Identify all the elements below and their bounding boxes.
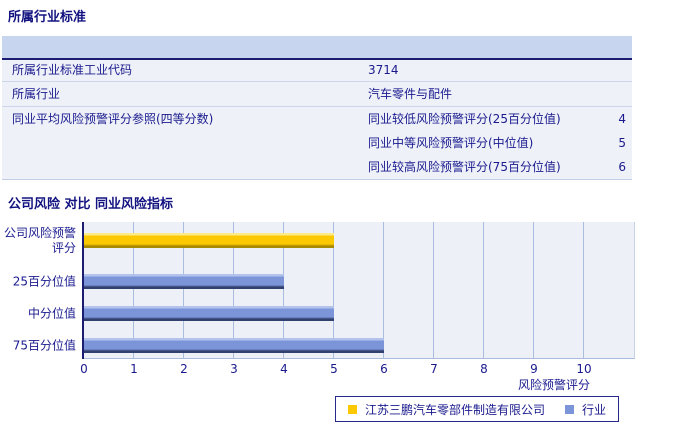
risk-bar-chart: 风险预警评分 0 1 2 3 4 5 6 7 8 9 10 公司风险预警评分 25百分位值中分位值 75百… [0, 222, 674, 392]
chart-legend: 江苏三鹏汽车零部件制造有限公司 行业 [335, 396, 620, 422]
subrow-25th-percentile: 同业较低风险预警评分(25百分位值) 4 [368, 107, 632, 131]
table-row-industry: 所属行业 汽车零件与配件 [2, 81, 632, 106]
gridline [483, 222, 484, 358]
row-label: 所属行业标准工业代码 [12, 63, 133, 77]
subrow-value: 4 [618, 112, 626, 126]
table-row-peer-quartiles: 同业平均风险预警评分参照(四等分数) 同业较低风险预警评分(25百分位值) 4 … [2, 106, 632, 180]
subrow-label: 同业较高风险预警评分(75百分位值) [368, 160, 561, 174]
bar-industry [84, 306, 334, 321]
legend-swatch-industry [565, 404, 575, 414]
gridline [533, 222, 534, 358]
y-category-label: 25百分位值 [12, 274, 76, 288]
row-label: 所属行业 [12, 87, 61, 101]
page: 所属行业标准 所属行业标准工业代码 3714 所属行业 汽车零件与配件 同业平均… [0, 0, 674, 430]
legend-swatch-company [348, 404, 357, 414]
section-title-industry-standard: 所属行业标准 [8, 10, 87, 25]
x-tick-label: 2 [180, 362, 188, 376]
subrow-label: 同业较低风险预警评分(25百分位值) [368, 112, 561, 126]
subrow-75th-percentile: 同业较高风险预警评分(75百分位值) 6 [368, 155, 632, 179]
table-row-industry-code: 所属行业标准工业代码 3714 [2, 60, 632, 81]
section-title-risk-comparison: 公司风险 对比 同业风险指标 [8, 197, 174, 212]
gridline [583, 222, 584, 358]
y-axis-line [82, 222, 84, 359]
bar-industry [84, 274, 284, 289]
legend-label-company: 江苏三鹏汽车零部件制造有限公司 [365, 402, 546, 417]
bar-company [84, 233, 334, 248]
x-tick-label: 7 [430, 362, 438, 376]
row-label: 同业平均风险预警评分参照(四等分数) [12, 112, 214, 126]
y-category-label: 公司风险预警评分 [3, 225, 76, 255]
y-category-label: 75百分位值 [12, 338, 76, 352]
x-tick-label: 5 [330, 362, 338, 376]
y-category-label: 中分位值 [27, 306, 76, 320]
chart-plot [84, 222, 635, 359]
x-tick-label: 6 [380, 362, 388, 376]
subrow-label: 同业中等风险预警评分(中位值) [368, 136, 534, 150]
subrow-value: 5 [618, 136, 626, 150]
subrow-median: 同业中等风险预警评分(中位值) 5 [368, 131, 632, 155]
bar-industry [84, 338, 384, 353]
x-tick-label: 9 [530, 362, 538, 376]
subrow-value: 6 [618, 160, 626, 174]
industry-standard-table: 所属行业标准工业代码 3714 所属行业 汽车零件与配件 同业平均风险预警评分参… [2, 36, 632, 180]
x-tick-label: 10 [576, 362, 592, 376]
legend-label-industry: 行业 [582, 402, 607, 417]
row-value: 3714 [368, 63, 399, 77]
x-tick-label: 1 [130, 362, 138, 376]
x-tick-label: 8 [480, 362, 488, 376]
x-axis-label: 风险预警评分 [517, 378, 590, 392]
x-tick-label: 4 [280, 362, 288, 376]
row-value: 汽车零件与配件 [368, 87, 453, 101]
table-header-band [2, 36, 632, 60]
x-tick-label: 3 [230, 362, 238, 376]
x-tick-label: 0 [80, 362, 88, 376]
quartile-subtable: 同业较低风险预警评分(25百分位值) 4 同业中等风险预警评分(中位值) 5 同… [368, 107, 632, 179]
gridline [433, 222, 434, 358]
